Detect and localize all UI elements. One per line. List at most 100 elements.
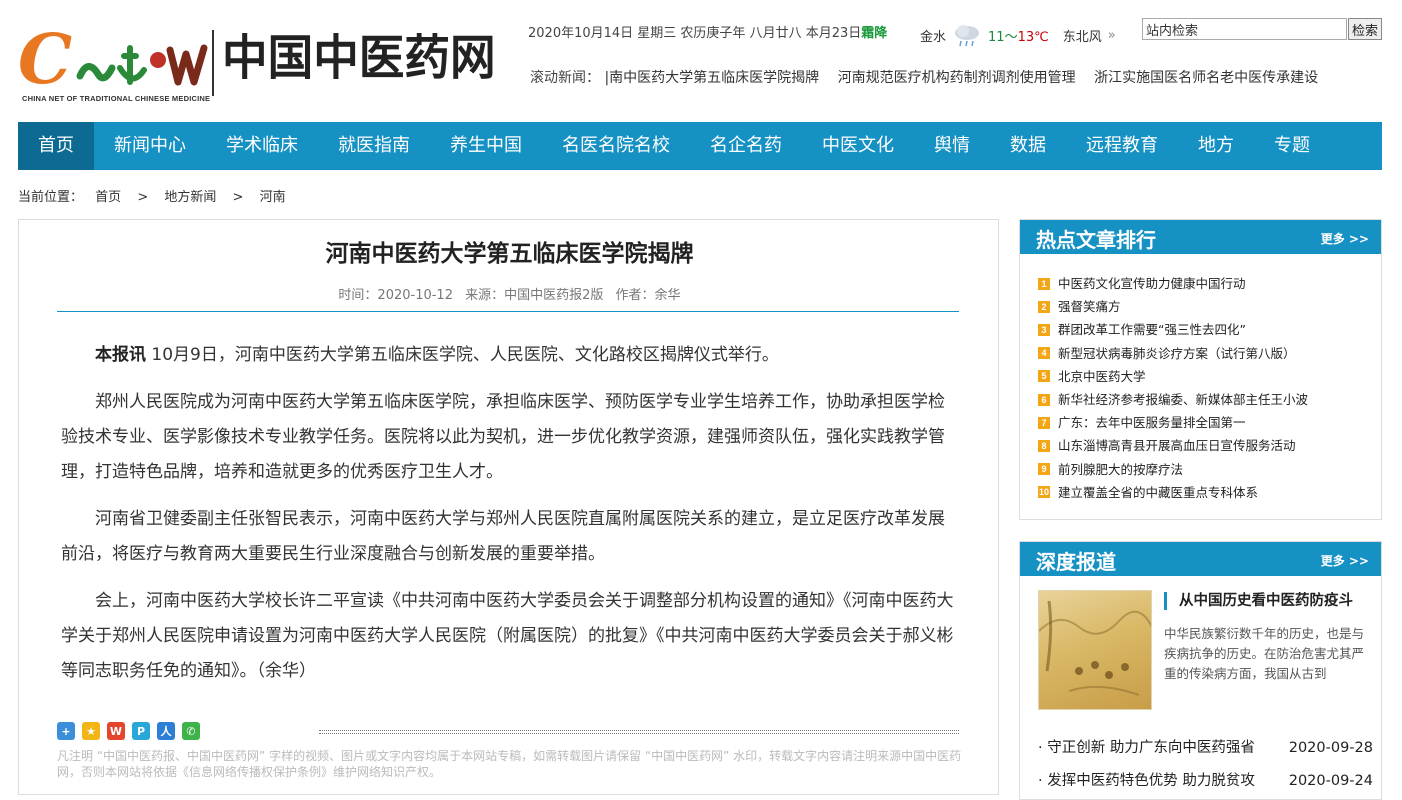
hot-articles-header: 热点文章排行 更多 >> xyxy=(1020,220,1381,254)
weather-wind: 东北风 xyxy=(1062,29,1102,45)
weather-temperature: 11～13℃ xyxy=(988,26,1049,45)
article-divider xyxy=(57,311,959,312)
site-logo[interactable]: C CHINA NET OF TRADITIONAL CHINESE MEDIC… xyxy=(18,22,218,103)
hot-article-title: 前列腺肥大的按摩疗法 xyxy=(1058,461,1184,477)
share-wechat-icon[interactable]: ✆ xyxy=(182,722,200,740)
deep-reports-header: 深度报道 更多 >> xyxy=(1020,542,1381,576)
nav-item-home[interactable]: 首页 xyxy=(18,122,94,170)
date-text: 2020年10月14日 星期三 农历庚子年 八月廿八 本月23日 xyxy=(528,26,862,41)
breadcrumb-item-local-news[interactable]: 地方新闻 xyxy=(164,190,216,205)
nav-item-medical-guide[interactable]: 就医指南 xyxy=(318,122,430,170)
share-renren-icon[interactable]: 人 xyxy=(157,722,175,740)
nav-item-news[interactable]: 新闻中心 xyxy=(94,122,206,170)
deep-feature-summary: 中华民族繁衍数千年的历史，也是与疾病抗争的历史。在防治危害尤其严重的传染病方面，… xyxy=(1164,626,1365,681)
deep-report-date: 2020-09-28 xyxy=(1288,740,1373,756)
logo-chinese-name[interactable]: 中国中医药网 xyxy=(222,28,496,88)
search-input[interactable] xyxy=(1142,18,1347,40)
hot-article-title: 广东：去年中医服务量排全国第一 xyxy=(1058,415,1246,431)
breadcrumb-label: 当前位置： xyxy=(18,190,84,205)
hot-article-title: 北京中医药大学 xyxy=(1058,368,1146,384)
deep-feature-image[interactable] xyxy=(1038,590,1152,710)
hot-article-title: 中医药文化宣传助力健康中国行动 xyxy=(1058,276,1246,291)
nav-item-remote-education[interactable]: 远程教育 xyxy=(1066,122,1178,170)
scroll-news-item[interactable]: 河南规范医疗机构药制剂调剂使用管理 xyxy=(838,70,1076,86)
deep-report-title: · 发挥中医药特色优势 助力脱贫攻 xyxy=(1038,773,1255,789)
weather-city: 金水 xyxy=(920,29,947,45)
deep-feature-title[interactable]: 从中国历史看中医药防疫斗 xyxy=(1164,592,1353,610)
rank-badge: 1 xyxy=(1038,277,1050,290)
share-divider xyxy=(319,730,959,734)
hot-article-title: 新华社经济参考报编委、新媒体部主任王小波 xyxy=(1058,391,1309,407)
hot-article-title: 新型冠状病毒肺炎诊疗方案（试行第八版） xyxy=(1058,345,1296,361)
hot-article-item[interactable]: 9 前列腺肥大的按摩疗法 xyxy=(1038,458,1308,481)
deep-reports-title: 深度报道 xyxy=(1036,550,1116,574)
share-qzone-icon[interactable]: ★ xyxy=(82,722,100,740)
hot-article-item[interactable]: 10 建立覆盖全省的中藏医重点专科体系 xyxy=(1038,481,1308,504)
rank-badge: 8 xyxy=(1038,439,1050,452)
scroll-news-label: 滚动新闻： xyxy=(530,70,600,86)
deep-reports-panel: 深度报道 更多 >> 从中国历史看中医药防疫斗 中华民族繁衍数千年的历史，也是与… xyxy=(1019,541,1382,800)
share-bar: + ★ W P 人 ✆ xyxy=(57,722,200,740)
scroll-news-item[interactable]: 浙江实施国医名师名老中医传承建设 xyxy=(1094,70,1318,86)
hot-article-item[interactable]: 3 群团改革工作需要“强三性去四化” xyxy=(1038,318,1308,341)
nav-item-academic[interactable]: 学术临床 xyxy=(206,122,318,170)
rank-badge: 5 xyxy=(1038,370,1050,383)
article-title: 河南中医药大学第五临床医学院揭牌 xyxy=(325,241,694,267)
breadcrumb-item-henan[interactable]: 河南 xyxy=(260,190,286,205)
nav-item-culture[interactable]: 中医文化 xyxy=(802,122,914,170)
article-lead-label: 本报讯 xyxy=(95,345,146,365)
nav-item-famous-brands[interactable]: 名企名药 xyxy=(690,122,802,170)
deep-report-title-text: 发挥中医药特色优势 助力脱贫攻 xyxy=(1047,773,1255,789)
logo-english-text: CHINA NET OF TRADITIONAL CHINESE MEDICIN… xyxy=(22,94,211,103)
deep-report-item[interactable]: · 守正创新 助力广东向中医药强省 2020-09-28 xyxy=(1038,732,1373,765)
article-paragraph: 会上，河南中医药大学校长许二平宣读《中共河南中医药大学委员会关于调整部分机构设置… xyxy=(61,591,954,681)
article-author: 作者：余华 xyxy=(615,288,681,303)
ancient-painting-image xyxy=(1039,600,1151,696)
scroll-news-ticker: 滚动新闻： |南中医药大学第五临床医学院揭牌 河南规范医疗机构药制剂调剂使用管理… xyxy=(530,67,1382,87)
hot-article-title: 建立覆盖全省的中藏医重点专科体系 xyxy=(1058,484,1259,500)
deep-reports-more-link[interactable]: 更多 >> xyxy=(1321,552,1369,569)
share-weibo-icon[interactable]: W xyxy=(107,722,125,740)
hot-article-item[interactable]: 4 新型冠状病毒肺炎诊疗方案（试行第八版） xyxy=(1038,342,1308,365)
breadcrumb-item-home[interactable]: 首页 xyxy=(95,190,121,205)
rank-badge: 9 xyxy=(1038,463,1050,476)
article-panel: 河南中医药大学第五临床医学院揭牌 时间：2020-10-12 来源：中国中医药报… xyxy=(18,219,999,795)
share-more-icon[interactable]: + xyxy=(57,722,75,740)
nav-item-local[interactable]: 地方 xyxy=(1178,122,1254,170)
rank-badge: 3 xyxy=(1038,323,1050,336)
rank-badge: 4 xyxy=(1038,347,1050,360)
site-header: C CHINA NET OF TRADITIONAL CHINESE MEDIC… xyxy=(0,0,1402,122)
deep-reports-list: · 守正创新 助力广东向中医药强省 2020-09-28 · 发挥中医药特色优势… xyxy=(1038,732,1373,798)
nav-item-data[interactable]: 数据 xyxy=(990,122,1066,170)
deep-report-title-text: 守正创新 助力广东向中医药强省 xyxy=(1047,740,1255,756)
hot-articles-panel: 热点文章排行 更多 >> 1 中医药文化宣传助力健康中国行动 2 强督笑痛方 3 群团… xyxy=(1019,219,1382,520)
hot-article-title: 强督笑痛方 xyxy=(1058,299,1121,315)
hot-article-title: 山东淄博高青县开展高血压日宣传服务活动 xyxy=(1058,438,1296,454)
hot-article-item[interactable]: 5 北京中医药大学 xyxy=(1038,365,1308,388)
weather-widget: 金水 11～13℃ 东北风 » xyxy=(920,22,1116,48)
weather-more-icon[interactable]: » xyxy=(1108,28,1116,43)
season-term: 霜降 xyxy=(861,26,888,41)
hot-articles-more-link[interactable]: 更多 >> xyxy=(1321,230,1369,247)
breadcrumb-sep: > xyxy=(137,190,149,205)
article-meta: 时间：2020-10-12 来源：中国中医药报2版 作者：余华 xyxy=(19,284,998,303)
deep-report-date: 2020-09-24 xyxy=(1288,773,1373,789)
hot-article-item[interactable]: 2 强督笑痛方 xyxy=(1038,295,1308,318)
hot-article-item[interactable]: 7 广东：去年中医服务量排全国第一 xyxy=(1038,411,1308,434)
logo-divider xyxy=(212,30,214,96)
deep-report-item[interactable]: · 发挥中医药特色优势 助力脱贫攻 2020-09-24 xyxy=(1038,765,1373,798)
hot-article-item[interactable]: 1 中医药文化宣传助力健康中国行动 xyxy=(1038,272,1308,295)
hot-article-item[interactable]: 8 山东淄博高青县开展高血压日宣传服务活动 xyxy=(1038,434,1308,457)
hot-article-item[interactable]: 6 新华社经济参考报编委、新媒体部主任王小波 xyxy=(1038,388,1308,411)
nav-item-public-opinion[interactable]: 舆情 xyxy=(914,122,990,170)
rank-badge: 10 xyxy=(1038,486,1050,499)
hot-articles-title: 热点文章排行 xyxy=(1036,228,1156,252)
nav-item-famous-doctors[interactable]: 名医名院名校 xyxy=(542,122,690,170)
article-paragraph: 郑州人民医院成为河南中医药大学第五临床医学院，承担临床医学、预防医学专业学生培养… xyxy=(61,392,945,482)
search-button[interactable]: 检索 xyxy=(1348,18,1382,40)
article-paragraph-text: 10月9日，河南中医药大学第五临床医学院、人民医院、文化路校区揭牌仪式举行。 xyxy=(146,345,779,365)
share-tencent-weibo-icon[interactable]: P xyxy=(132,722,150,740)
nav-item-health[interactable]: 养生中国 xyxy=(430,122,542,170)
nav-item-special[interactable]: 专题 xyxy=(1254,122,1330,170)
scroll-news-item[interactable]: |南中医药大学第五临床医学院揭牌 xyxy=(604,70,819,86)
